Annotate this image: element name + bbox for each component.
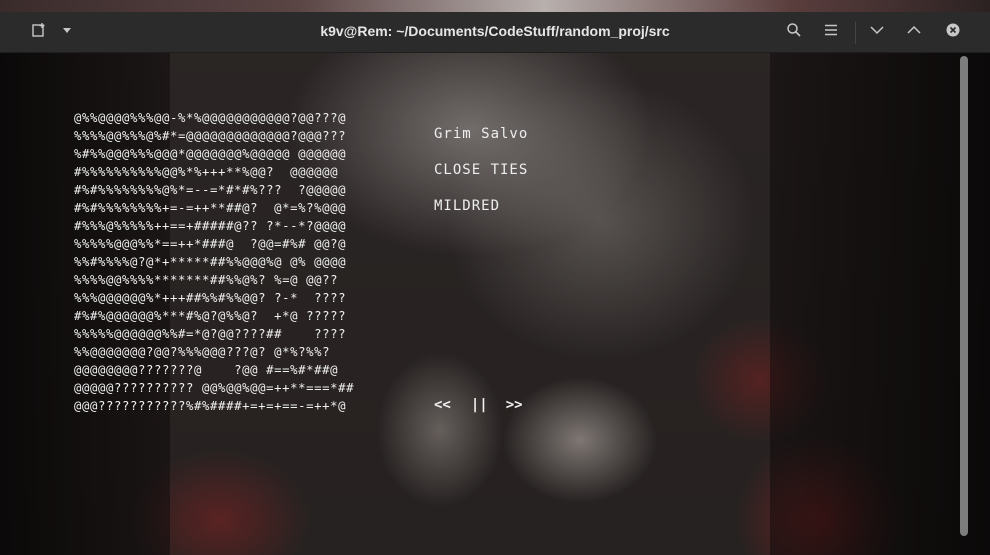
search-icon	[786, 22, 802, 43]
track-artist: Grim Salvo	[434, 126, 529, 142]
ascii-art-line: @@@@@?????????? @@%@@%@@=++**===*##	[74, 381, 355, 395]
titlebar-separator	[855, 22, 856, 44]
search-button[interactable]	[782, 20, 806, 44]
chevron-up-icon	[906, 22, 922, 43]
ascii-art-line: #%#%%%%%%%%@%*=--=*#*#%??? ?@@@@@	[74, 183, 347, 197]
hamburger-menu-icon	[823, 22, 839, 43]
ascii-album-art: @%%@@@@%%%@@-%*%@@@@@@@@@@@?@@???@ %%%%@…	[74, 109, 354, 415]
ascii-art-line: %%%%%@@@%%*==++*###@ ?@@=#%# @@?@	[74, 237, 347, 251]
playback-controls: << || >>	[434, 397, 523, 413]
ascii-art-line: @@@@@@@@???????@ ?@@ #==%#*##@	[74, 363, 339, 377]
next-track-button[interactable]: >>	[506, 397, 523, 413]
track-title: CLOSE TIES	[434, 162, 529, 178]
background-shade-right	[770, 52, 990, 555]
ascii-art-line: %%%%%@@@@@@%%#=*@?@@????## ????	[74, 327, 347, 341]
terminal-scrollbar[interactable]	[960, 56, 968, 536]
ascii-art-line: #%%%%%%%%%%@@%*%+++**%@@? @@@@@@	[74, 165, 339, 179]
ascii-art-line: #%%%@%%%%%++==+#####@?? ?*--*?@@@@	[74, 219, 347, 233]
ascii-art-line: #%#%@@@@@@%***#%@?@%%@? +*@ ?????	[74, 309, 347, 323]
track-album: MILDRED	[434, 198, 501, 214]
ascii-art-line: %%%%@@%%%@%#*=@@@@@@@@@@@@@?@@@???	[74, 129, 347, 143]
terminal-titlebar: k9v@Rem: ~/Documents/CodeStuff/random_pr…	[0, 12, 990, 53]
ascii-art-line: @@@???????????%#%####+=+=+==-=++*@	[74, 399, 347, 413]
close-button[interactable]	[941, 20, 965, 44]
ascii-art-line: %%@@@@@@@?@@?%%%@@@???@? @*%?%%?	[74, 345, 331, 359]
ascii-art-line: #%#%%%%%%%%+=-=++**##@? @*=%?%@@@	[74, 201, 347, 215]
maximize-button[interactable]	[902, 20, 926, 44]
ascii-art-line: %#%%@@@%%%@@@*@@@@@@@%@@@@@ @@@@@@	[74, 147, 347, 161]
ascii-art-line: @%%@@@@%%%@@-%*%@@@@@@@@@@@?@@???@	[74, 111, 347, 125]
desktop-strip	[0, 0, 990, 12]
pause-button[interactable]: ||	[471, 397, 488, 413]
close-circle-icon	[945, 22, 961, 43]
menu-button[interactable]	[819, 20, 843, 44]
ascii-art-line: %%%%@@%%%%*******##%%@%? %=@ @@??	[74, 273, 339, 287]
ascii-art-line: %%#%%%%@?@*+*****##%%@@@%@ @% @@@@	[74, 255, 347, 269]
ascii-art-line: %%%@@@@@@%*+++##%%#%%@@? ?-* ????	[74, 291, 347, 305]
minimize-button[interactable]	[865, 20, 889, 44]
chevron-down-icon	[869, 22, 885, 43]
previous-track-button[interactable]: <<	[434, 397, 451, 413]
